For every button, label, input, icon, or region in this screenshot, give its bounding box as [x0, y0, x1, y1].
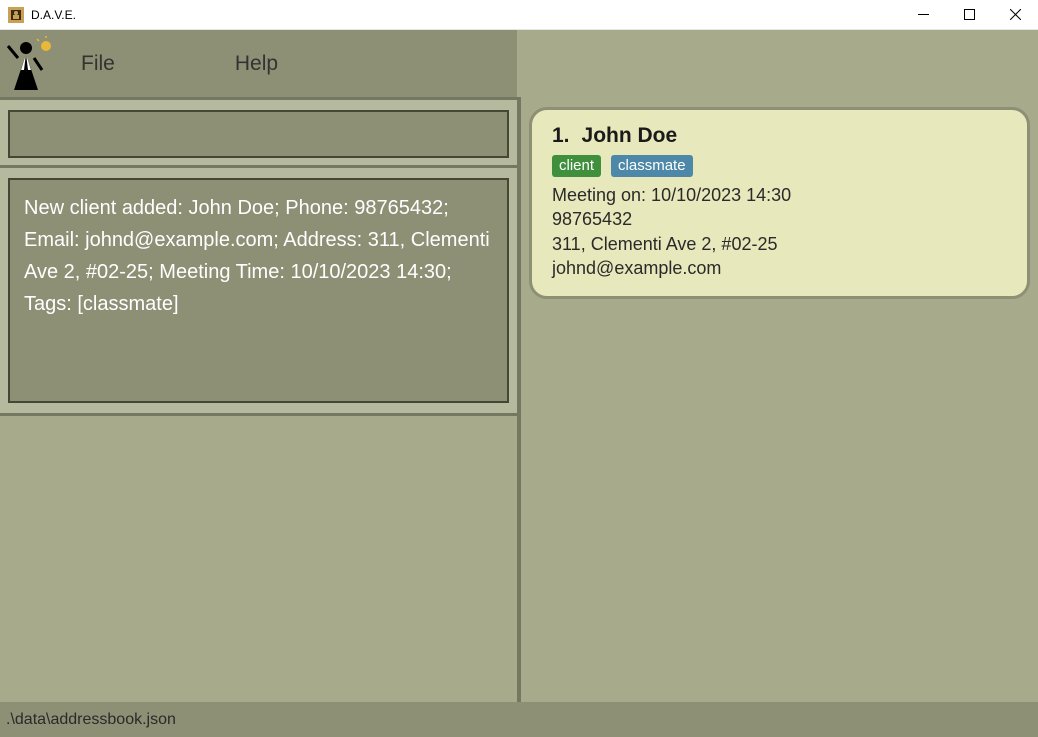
person-email: johnd@example.com	[552, 256, 1007, 280]
app-icon	[8, 7, 24, 23]
menu-help[interactable]: Help	[225, 52, 288, 76]
command-wrap	[0, 97, 517, 168]
person-address: 311, Clementi Ave 2, #02-25	[552, 232, 1007, 256]
titlebar: D.A.V.E.	[0, 0, 1038, 30]
person-phone: 98765432	[552, 207, 1007, 231]
command-input[interactable]	[8, 110, 509, 158]
result-wrap: New client added: John Doe; Phone: 98765…	[0, 168, 517, 416]
right-panel: 1. John Doe client classmate Meeting on:…	[517, 97, 1038, 702]
person-meeting: Meeting on: 10/10/2023 14:30	[552, 183, 1007, 207]
result-display: New client added: John Doe; Phone: 98765…	[8, 178, 509, 403]
window-title: D.A.V.E.	[31, 8, 76, 22]
menubar: File Help	[0, 30, 517, 97]
left-panel: New client added: John Doe; Phone: 98765…	[0, 97, 517, 702]
minimize-button[interactable]	[900, 0, 946, 30]
app-body: File Help New client added: John Doe; Ph…	[0, 30, 1038, 737]
left-spacer	[0, 416, 517, 702]
person-title: 1. John Doe	[552, 124, 1007, 148]
person-name: John Doe	[582, 124, 678, 148]
person-index: 1.	[552, 124, 570, 148]
logo-icon	[0, 30, 56, 97]
menu-file[interactable]: File	[71, 52, 125, 76]
person-tags: client classmate	[552, 155, 1007, 177]
status-path: .\data\addressbook.json	[6, 711, 176, 729]
tag-client: client	[552, 155, 601, 177]
main-columns: New client added: John Doe; Phone: 98765…	[0, 97, 1038, 702]
person-card[interactable]: 1. John Doe client classmate Meeting on:…	[529, 107, 1030, 299]
statusbar: .\data\addressbook.json	[0, 702, 1038, 737]
maximize-button[interactable]	[946, 0, 992, 30]
tag-classmate: classmate	[611, 155, 693, 177]
close-button[interactable]	[992, 0, 1038, 30]
